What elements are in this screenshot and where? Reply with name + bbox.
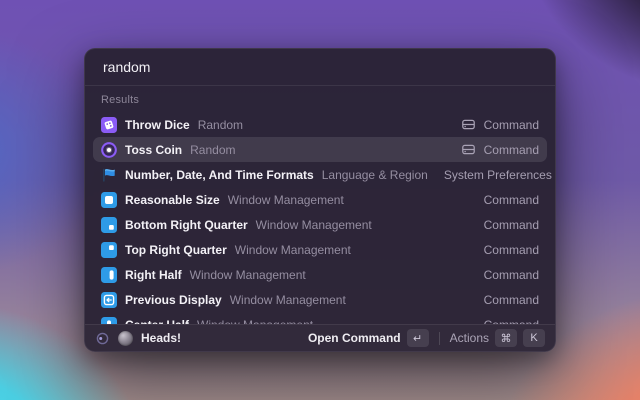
reasonable-size-icon xyxy=(101,192,117,208)
result-title: Previous Display xyxy=(125,293,222,307)
actions-button[interactable]: Actions ⌘ K xyxy=(450,329,545,347)
list-item[interactable]: Number, Date, And Time Formats Language &… xyxy=(93,162,547,187)
coin-3d-icon xyxy=(118,331,133,346)
footer-divider xyxy=(439,332,440,345)
result-title: Top Right Quarter xyxy=(125,243,227,257)
coin-icon xyxy=(101,142,117,158)
k-key-icon: K xyxy=(523,329,545,347)
list-item[interactable]: Center HalfWindow ManagementCommand xyxy=(93,312,547,324)
result-title: Number, Date, And Time Formats xyxy=(125,168,314,182)
result-type: Command xyxy=(484,118,539,132)
center-half-icon xyxy=(101,317,117,325)
launcher-window: Results Throw DiceRandomCommandToss Coin… xyxy=(84,48,556,352)
dice-icon xyxy=(101,117,117,133)
list-item[interactable]: Throw Dice Random Command xyxy=(93,112,547,137)
result-subtitle: Window Management xyxy=(228,193,344,207)
results-list: Throw DiceRandomCommandToss CoinRandomCo… xyxy=(85,110,555,324)
result-type: System Preferences xyxy=(444,168,552,182)
results-section-label: Results xyxy=(85,86,555,110)
result-type: Command xyxy=(484,243,539,257)
result-type: Command xyxy=(484,143,539,157)
result-subtitle: Window Management xyxy=(230,293,346,307)
result-subtitle: Window Management xyxy=(235,243,351,257)
return-key-icon: ↵ xyxy=(407,329,429,347)
top-right-quarter-icon xyxy=(101,242,117,258)
result-type: Command xyxy=(484,193,539,207)
result-subtitle: Random xyxy=(190,143,235,157)
spinner-circle-icon xyxy=(95,331,110,346)
result-title: Right Half xyxy=(125,268,182,282)
list-item[interactable]: Toss Coin Random Command xyxy=(93,137,547,162)
result-type: Command xyxy=(484,268,539,282)
list-item[interactable]: Bottom Right Quarter Window Management Com… xyxy=(93,212,547,237)
list-item[interactable]: Right Half Window Management Command xyxy=(93,262,547,287)
list-item[interactable]: Previous Display Window Management Command xyxy=(93,287,547,312)
flag-icon xyxy=(101,167,117,183)
result-title: Toss Coin xyxy=(125,143,182,157)
result-title: Bottom Right Quarter xyxy=(125,218,248,232)
result-title: Reasonable Size xyxy=(125,193,220,207)
right-half-icon xyxy=(101,267,117,283)
result-title: Throw Dice xyxy=(125,118,190,132)
result-type: Command xyxy=(484,293,539,307)
open-command-label: Open Command xyxy=(308,331,401,345)
command-type-icon xyxy=(461,117,476,132)
result-subtitle: Window Management xyxy=(256,218,372,232)
previous-display-icon xyxy=(101,292,117,308)
search-input[interactable] xyxy=(101,58,539,76)
search-bar xyxy=(85,49,555,86)
footer-bar: Heads! Open Command ↵ Actions ⌘ K xyxy=(85,324,555,351)
result-subtitle: Language & Region xyxy=(322,168,428,182)
actions-label: Actions xyxy=(450,331,489,345)
command-key-icon: ⌘ xyxy=(495,329,517,347)
bottom-right-quarter-icon xyxy=(101,217,117,233)
result-subtitle: Random xyxy=(198,118,243,132)
result-subtitle: Window Management xyxy=(190,268,306,282)
result-type: Command xyxy=(484,218,539,232)
list-item[interactable]: Reasonable Size Window Management Command xyxy=(93,187,547,212)
toss-result-text: Heads! xyxy=(141,331,181,345)
open-command-button[interactable]: Open Command ↵ xyxy=(308,329,429,347)
list-item[interactable]: Top Right Quarter Window Management Comman… xyxy=(93,237,547,262)
command-type-icon xyxy=(461,142,476,157)
